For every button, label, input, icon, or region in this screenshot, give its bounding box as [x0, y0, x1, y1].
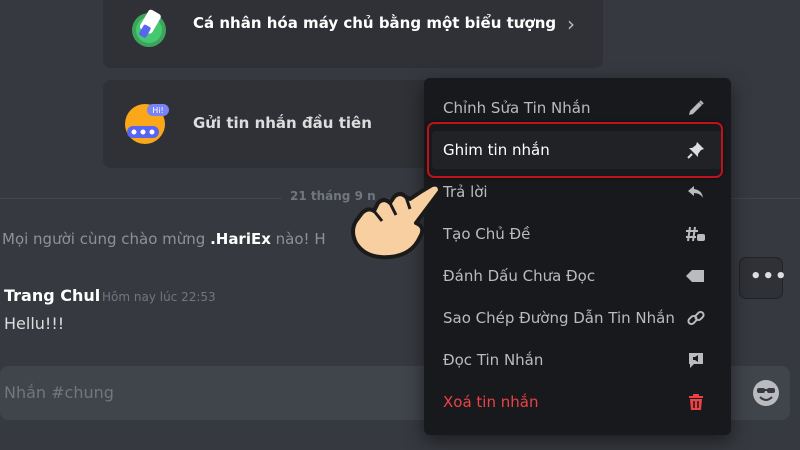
link-icon — [687, 309, 705, 331]
menu-item-label: Tạo Chủ Đề — [443, 225, 531, 243]
system-welcome-message: Mọi người cùng chào mừng .HariEx nào! H — [2, 230, 326, 248]
message-author[interactable]: Trang Chul — [4, 286, 100, 305]
menu-item-label: Sao Chép Đường Dẫn Tin Nhắn — [443, 309, 675, 327]
customize-server-card[interactable]: Cá nhân hóa máy chủ bằng một biểu tượng … — [103, 0, 603, 68]
menu-item-label: Xoá tin nhắn — [443, 393, 539, 411]
welcome-username[interactable]: .HariEx — [210, 230, 271, 248]
pencil-icon — [687, 99, 705, 121]
more-options-icon: ••• — [750, 266, 788, 287]
menu-item-mark-unread[interactable]: Đánh Dấu Chưa Đọc — [432, 257, 723, 295]
menu-item-label: Trả lời — [443, 183, 488, 201]
more-actions-button[interactable]: ••• — [740, 258, 787, 298]
menu-item-label: Đánh Dấu Chưa Đọc — [443, 267, 596, 285]
menu-item-reply[interactable]: Trả lời — [432, 173, 723, 211]
trash-icon — [687, 393, 705, 415]
menu-item-delete[interactable]: Xoá tin nhắn — [432, 383, 723, 421]
chat-bubble-icon: Hi! — [123, 100, 171, 150]
highlight-annotation-box — [427, 122, 723, 178]
customize-server-label: Cá nhân hóa máy chủ bằng một biểu tượng — [193, 14, 557, 32]
reply-icon — [687, 183, 705, 205]
first-message-label: Gửi tin nhắn đầu tiên — [193, 114, 372, 132]
welcome-suffix: nào! H — [270, 230, 326, 248]
bubble-text: Hi! — [152, 106, 163, 115]
menu-item-copy-link[interactable]: Sao Chép Đường Dẫn Tin Nhắn — [432, 299, 723, 337]
message-input-placeholder: Nhắn #chung — [4, 383, 114, 402]
message-text: Hellu!!! — [4, 314, 65, 333]
thread-icon — [685, 225, 705, 247]
message-timestamp: Hôm nay lúc 22:53 — [102, 290, 216, 304]
chevron-right-icon: › — [567, 12, 575, 36]
emoji-icon[interactable] — [752, 379, 780, 411]
welcome-prefix: Mọi người cùng chào mừng — [2, 230, 211, 248]
paintbrush-icon — [127, 4, 171, 52]
menu-item-read-message[interactable]: Đọc Tin Nhắn — [432, 341, 723, 379]
menu-item-label: Chỉnh Sửa Tin Nhắn — [443, 99, 591, 117]
menu-item-create-thread[interactable]: Tạo Chủ Đề — [432, 215, 723, 253]
menu-item-label: Đọc Tin Nhắn — [443, 351, 544, 369]
speaker-icon — [687, 351, 705, 373]
tag-icon — [685, 267, 705, 289]
pointing-hand-icon — [344, 177, 444, 271]
